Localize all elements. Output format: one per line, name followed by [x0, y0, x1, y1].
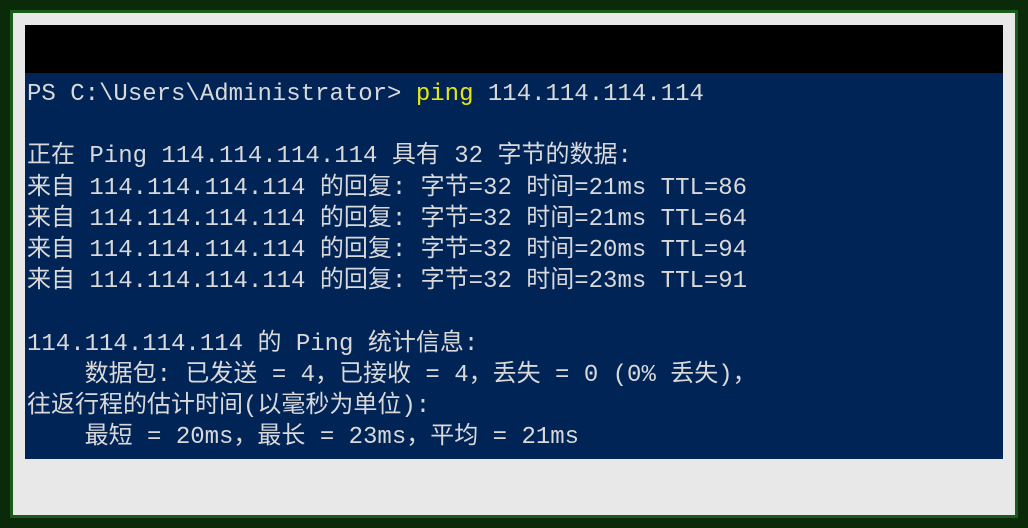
- bottom-strip: [25, 459, 1003, 503]
- command-arg: 114.114.114.114: [473, 81, 703, 108]
- ping-reply-3: 来自 114.114.114.114 的回复: 字节=32 时间=20ms TT…: [27, 237, 747, 264]
- top-black-strip: [25, 25, 1003, 73]
- prompt-text: PS C:\Users\Administrator>: [27, 81, 416, 108]
- rtt-values: 最短 = 20ms，最长 = 23ms，平均 = 21ms: [27, 424, 579, 451]
- ping-reply-4: 来自 114.114.114.114 的回复: 字节=32 时间=23ms TT…: [27, 268, 747, 295]
- ping-header: 正在 Ping 114.114.114.114 具有 32 字节的数据:: [27, 143, 632, 170]
- rtt-header: 往返行程的估计时间(以毫秒为单位):: [27, 393, 430, 420]
- ping-reply-2: 来自 114.114.114.114 的回复: 字节=32 时间=21ms TT…: [27, 206, 747, 233]
- stats-header: 114.114.114.114 的 Ping 统计信息:: [27, 331, 478, 358]
- ping-reply-1: 来自 114.114.114.114 的回复: 字节=32 时间=21ms TT…: [27, 175, 747, 202]
- stats-packets: 数据包: 已发送 = 4，已接收 = 4，丢失 = 0 (0% 丢失)，: [27, 362, 757, 389]
- command-name: ping: [416, 81, 474, 108]
- powershell-terminal[interactable]: PS C:\Users\Administrator> ping 114.114.…: [25, 73, 1003, 459]
- screenshot-frame: PS C:\Users\Administrator> ping 114.114.…: [10, 10, 1018, 518]
